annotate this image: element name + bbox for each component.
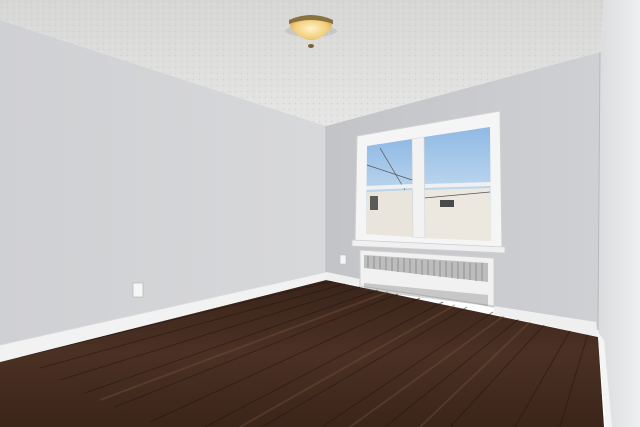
wall-outlet-back (339, 254, 347, 265)
wall-outlet-left (132, 282, 144, 298)
room-scene-svg (0, 0, 640, 427)
room-photo (0, 0, 640, 427)
